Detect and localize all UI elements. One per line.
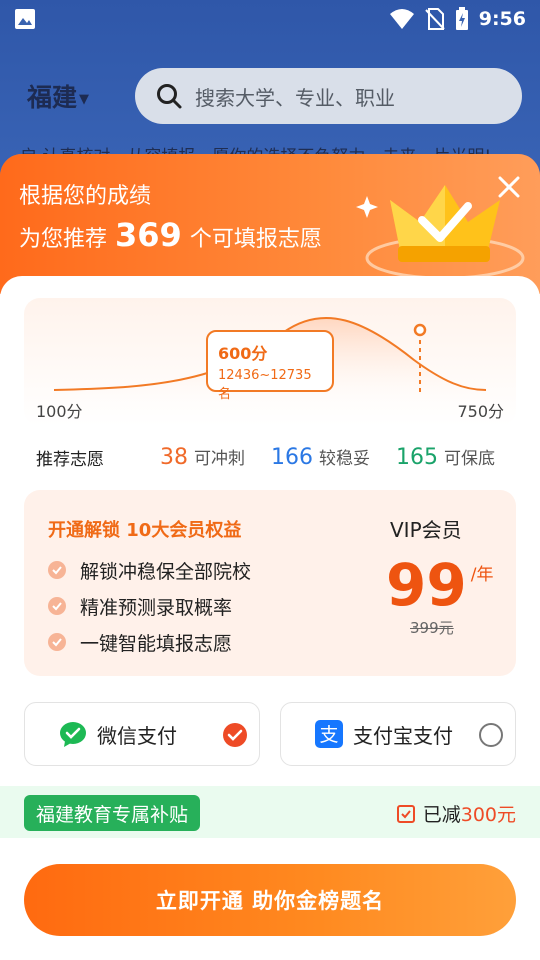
svg-text:支: 支	[319, 724, 338, 746]
header-prefix: 为您推荐	[19, 227, 108, 252]
wechat-radio-checked[interactable]	[223, 723, 247, 747]
alipay-option[interactable]: 支 支付宝支付	[280, 702, 516, 766]
search-bar[interactable]: 搜索大学、专业、职业	[135, 68, 522, 124]
rank-range: 12436~12735名	[218, 368, 312, 402]
status-bar: 9:56	[0, 0, 540, 38]
check-icon	[48, 561, 66, 579]
header-line1: 根据您的成绩	[19, 184, 152, 209]
close-icon[interactable]	[494, 172, 524, 202]
discount-prefix: 已减	[422, 804, 461, 826]
recommend-count: 369	[115, 216, 182, 254]
clock: 9:56	[478, 8, 526, 30]
alipay-icon: 支	[315, 720, 343, 748]
vip-benefits-panel: 开通解锁 10大会员权益 解锁冲稳保全部院校 精准预测录取概率 一键智能填报志愿…	[24, 490, 516, 676]
search-icon	[157, 84, 182, 109]
top-bar: 福建 ▼ 搜索大学、专业、职业	[0, 68, 540, 126]
subsidy-bar: 福建教育专属补贴 已减 300元	[0, 786, 540, 838]
score-value: 600分	[218, 344, 268, 363]
score-distribution-chart: 600分 12436~12735名 100分 750分	[24, 298, 516, 426]
price-value: 99	[386, 551, 467, 619]
recommend-summary: 推荐志愿 38 可冲刺 166 较稳妥 165 可保底	[36, 442, 506, 472]
discount-info: 已减 300元	[396, 800, 516, 827]
benefit-list: 解锁冲稳保全部院校 精准预测录取概率 一键智能填报志愿	[48, 552, 251, 660]
reach-count: 38	[160, 445, 188, 470]
wechat-pay-label: 微信支付	[97, 723, 177, 748]
battery-charging-icon	[455, 7, 468, 30]
image-icon	[15, 9, 35, 29]
subsidy-tag: 福建教育专属补贴	[24, 795, 201, 831]
match-count: 166	[271, 445, 313, 470]
safety-count: 165	[396, 445, 438, 470]
price-unit: /年	[470, 565, 494, 585]
header-line2: 为您推荐 369 个可填报志愿	[19, 216, 322, 254]
modal-card: 600分 12436~12735名 100分 750分 推荐志愿 38 可冲刺 …	[0, 276, 540, 960]
recommend-match: 166 较稳妥	[271, 444, 370, 470]
recommend-safety: 165 可保底	[396, 444, 495, 470]
wechat-icon	[60, 722, 86, 747]
vip-modal-sheet: 根据您的成绩 为您推荐 369 个可填报志愿 600分 12436~12735名…	[0, 154, 540, 960]
wifi-icon	[389, 9, 414, 29]
alipay-radio-unchecked[interactable]	[479, 723, 503, 747]
benefit-item: 解锁冲稳保全部院校	[48, 552, 251, 588]
vip-title: VIP会员	[390, 518, 462, 542]
vip-price: 99/年	[386, 543, 506, 617]
original-price: 399元	[410, 619, 454, 637]
discount-amount: 300元	[460, 804, 516, 826]
axis-max-label: 750分	[457, 402, 504, 421]
reach-text: 可冲刺	[194, 449, 245, 469]
header-suffix: 个可填报志愿	[189, 227, 322, 252]
benefit-item: 一键智能填报志愿	[48, 624, 251, 660]
caret-down-icon: ▼	[79, 91, 90, 107]
no-sim-icon	[425, 8, 445, 30]
wechat-pay-option[interactable]: 微信支付	[24, 702, 260, 766]
recommend-label: 推荐志愿	[36, 449, 104, 470]
vip-headline: 开通解锁 10大会员权益	[48, 520, 242, 541]
checkbox-icon	[396, 804, 415, 823]
recommend-reach: 38 可冲刺	[160, 444, 245, 470]
axis-min-label: 100分	[36, 402, 83, 421]
benefit-item: 精准预测录取概率	[48, 588, 251, 624]
benefit-text: 解锁冲稳保全部院校	[80, 560, 252, 583]
region-selector[interactable]: 福建 ▼	[27, 78, 89, 114]
score-tooltip: 600分 12436~12735名	[206, 330, 334, 402]
match-text: 较稳妥	[319, 449, 370, 469]
check-icon	[48, 597, 66, 615]
check-icon	[48, 633, 66, 651]
activate-vip-button[interactable]: 立即开通 助你金榜题名	[24, 864, 516, 936]
benefit-text: 精准预测录取概率	[80, 596, 233, 619]
search-placeholder: 搜索大学、专业、职业	[195, 85, 395, 110]
region-label: 福建	[27, 83, 78, 112]
modal-header: 根据您的成绩 为您推荐 369 个可填报志愿	[0, 154, 540, 294]
alipay-label: 支付宝支付	[353, 723, 453, 748]
vip-price-block: VIP会员 99/年 399元	[376, 514, 506, 638]
benefit-text: 一键智能填报志愿	[80, 632, 233, 655]
safety-text: 可保底	[444, 449, 495, 469]
